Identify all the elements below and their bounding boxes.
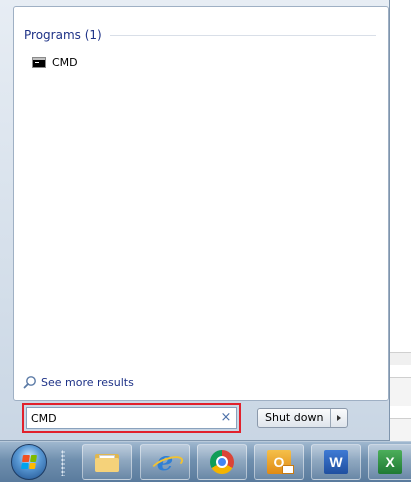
shut-down-options-button[interactable] bbox=[331, 409, 347, 427]
search-input[interactable] bbox=[27, 409, 218, 427]
excel-icon: X bbox=[378, 450, 402, 474]
taskbar-outlook-button[interactable]: O bbox=[254, 444, 304, 480]
result-item-cmd[interactable]: CMD bbox=[32, 53, 78, 71]
see-more-results-label: See more results bbox=[41, 375, 134, 389]
cmd-icon bbox=[32, 56, 46, 68]
start-button[interactable] bbox=[11, 444, 47, 480]
result-item-label: CMD bbox=[52, 55, 78, 69]
background-window-edge bbox=[390, 352, 411, 365]
search-box[interactable]: × bbox=[26, 407, 237, 429]
shut-down-button[interactable]: Shut down bbox=[258, 409, 330, 427]
shut-down-split-button: Shut down bbox=[257, 408, 349, 428]
results-group-header: Programs (1) bbox=[24, 26, 376, 44]
taskbar-excel-button[interactable]: X bbox=[368, 444, 411, 480]
taskbar: e O W X bbox=[0, 441, 411, 482]
triangle-right-icon bbox=[337, 415, 342, 421]
taskbar-chrome-button[interactable] bbox=[197, 444, 247, 480]
internet-explorer-icon: e bbox=[152, 447, 178, 477]
folder-icon bbox=[95, 452, 119, 472]
start-menu: Programs (1) CMD See more results × Shut… bbox=[0, 0, 390, 441]
chrome-icon bbox=[210, 450, 234, 474]
see-more-results-link[interactable]: See more results bbox=[23, 374, 134, 390]
taskbar-explorer-button[interactable] bbox=[82, 444, 132, 480]
taskbar-word-button[interactable]: W bbox=[311, 444, 361, 480]
search-results-pane: Programs (1) CMD bbox=[13, 6, 389, 401]
outlook-icon: O bbox=[267, 450, 294, 474]
taskbar-ie-button[interactable]: e bbox=[140, 444, 190, 480]
taskbar-grip bbox=[61, 450, 65, 476]
results-group-title: Programs (1) bbox=[24, 28, 102, 42]
group-divider bbox=[109, 34, 376, 36]
magnifier-icon bbox=[23, 376, 36, 389]
windows-orb-icon bbox=[21, 455, 37, 469]
desktop-background bbox=[390, 0, 411, 441]
background-window-edge bbox=[390, 377, 411, 406]
clear-search-icon[interactable]: × bbox=[218, 410, 234, 426]
background-window-edge bbox=[390, 418, 411, 441]
word-icon: W bbox=[324, 450, 348, 474]
